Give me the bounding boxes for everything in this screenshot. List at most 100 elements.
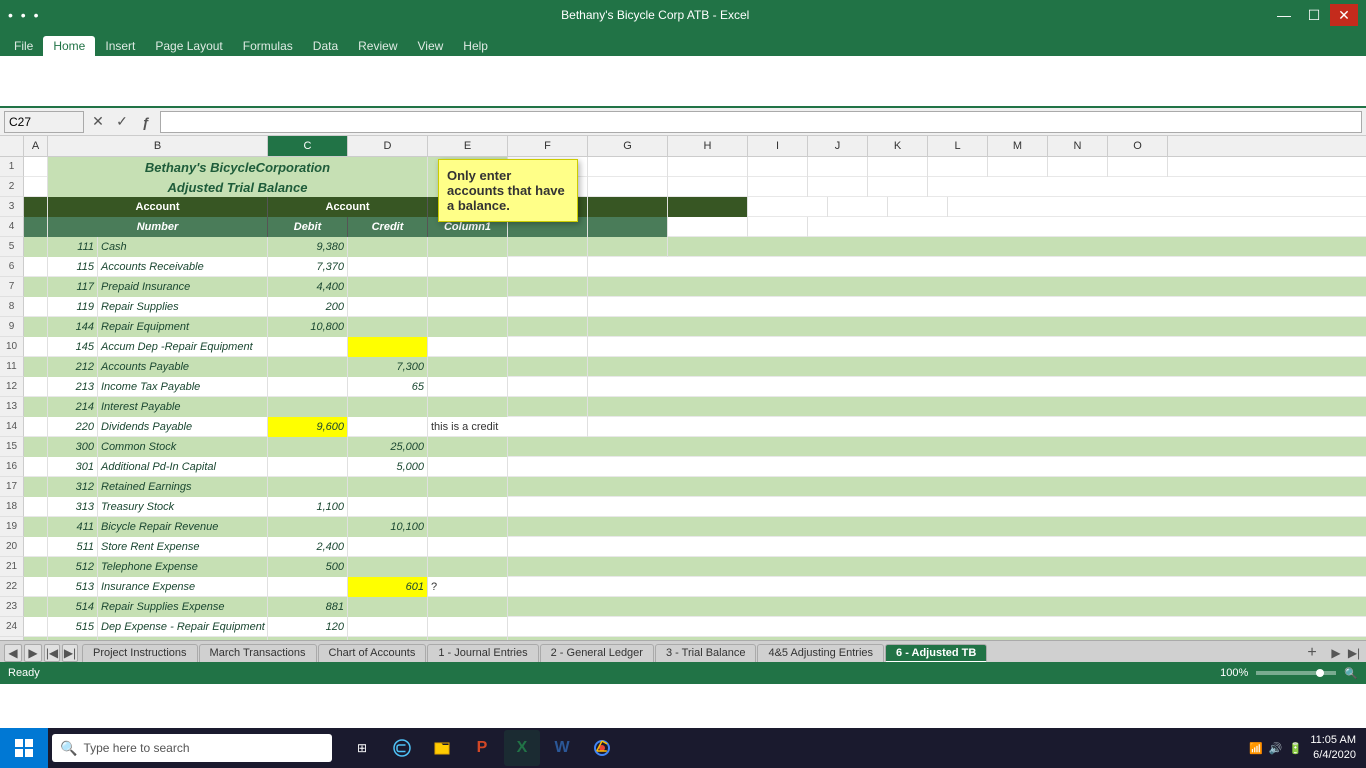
cell-acct-num-21[interactable]: 512 [48, 557, 98, 577]
cell-b1[interactable]: Bethany's BicycleCorporation [48, 157, 428, 177]
cell-debit-23[interactable]: 881 [268, 597, 348, 617]
cell-acct-num-19[interactable]: 411 [48, 517, 98, 537]
cell-a13[interactable] [24, 397, 48, 417]
cell-acct-num-14[interactable]: 220 [48, 417, 98, 437]
cell-a6[interactable] [24, 257, 48, 277]
cell-col-12[interactable] [428, 377, 508, 397]
col-header-l[interactable]: L [928, 136, 988, 156]
cell-a11[interactable] [24, 357, 48, 377]
name-box[interactable]: C27 [4, 111, 84, 133]
cell-acct-num-11[interactable]: 212 [48, 357, 98, 377]
cell-i1[interactable] [748, 157, 808, 177]
cell-h1[interactable] [668, 157, 748, 177]
minimize-button[interactable]: — [1270, 4, 1298, 26]
cell-h2[interactable] [668, 177, 748, 197]
maximize-button[interactable]: ☐ [1300, 4, 1328, 26]
cell-acct-num-5[interactable]: 111 [48, 237, 98, 257]
row-num-10[interactable]: 10 [0, 337, 24, 357]
col-header-g[interactable]: G [588, 136, 668, 156]
cell-b4-number[interactable]: Number [48, 217, 268, 237]
cell-a3[interactable] [24, 197, 48, 217]
cell-debit-15[interactable] [268, 437, 348, 457]
tab-review[interactable]: Review [348, 36, 407, 56]
sheet-tab-adjusting-entries[interactable]: 4&5 Adjusting Entries [757, 644, 884, 662]
cell-col-5[interactable] [428, 237, 508, 257]
cell-g3[interactable] [668, 197, 748, 217]
cell-credit-24[interactable] [348, 617, 428, 637]
cell-credit-22[interactable]: 601 [348, 577, 428, 597]
cell-a24[interactable] [24, 617, 48, 637]
cell-col-15[interactable] [428, 437, 508, 457]
tab-page-layout[interactable]: Page Layout [145, 36, 232, 56]
tab-view[interactable]: View [408, 36, 454, 56]
cell-acct-num-17[interactable]: 312 [48, 477, 98, 497]
cell-col-16[interactable] [428, 457, 508, 477]
cell-col-9[interactable] [428, 317, 508, 337]
excel-icon[interactable]: X [504, 730, 540, 766]
cell-title-15[interactable]: Common Stock [98, 437, 268, 457]
cell-col-22[interactable]: ? [428, 577, 508, 597]
cell-title-20[interactable]: Store Rent Expense [98, 537, 268, 557]
cell-title-9[interactable]: Repair Equipment [98, 317, 268, 337]
cell-acct-num-20[interactable]: 511 [48, 537, 98, 557]
cell-debit-19[interactable] [268, 517, 348, 537]
row-num-9[interactable]: 9 [0, 317, 24, 337]
cell-a10[interactable] [24, 337, 48, 357]
scroll-right-end-btn[interactable]: ▶| [1346, 645, 1362, 661]
cell-col-23[interactable] [428, 597, 508, 617]
cell-a17[interactable] [24, 477, 48, 497]
cell-col-25[interactable] [428, 637, 508, 640]
tab-insert[interactable]: Insert [95, 36, 145, 56]
cell-debit-6[interactable]: 7,370 [268, 257, 348, 277]
cell-a23[interactable] [24, 597, 48, 617]
cell-debit-20[interactable]: 2,400 [268, 537, 348, 557]
close-button[interactable]: ✕ [1330, 4, 1358, 26]
col-header-c[interactable]: C [268, 136, 348, 156]
row-num-16[interactable]: 16 [0, 457, 24, 477]
cell-a5[interactable] [24, 237, 48, 257]
cell-col-6[interactable] [428, 257, 508, 277]
row-num-22[interactable]: 22 [0, 577, 24, 597]
row-num-11[interactable]: 11 [0, 357, 24, 377]
row-num-19[interactable]: 19 [0, 517, 24, 537]
cell-debit-10[interactable] [268, 337, 348, 357]
row-num-20[interactable]: 20 [0, 537, 24, 557]
cell-a25[interactable] [24, 637, 48, 640]
row-num-6[interactable]: 6 [0, 257, 24, 277]
cell-f11[interactable] [508, 357, 588, 377]
sheet-tab-adjusted-tb[interactable]: 6 - Adjusted TB [885, 644, 987, 662]
cell-title-22[interactable]: Insurance Expense [98, 577, 268, 597]
cell-col-17[interactable] [428, 477, 508, 497]
cell-col-11[interactable] [428, 357, 508, 377]
tab-formulas[interactable]: Formulas [233, 36, 303, 56]
cell-title-19[interactable]: Bicycle Repair Revenue [98, 517, 268, 537]
cell-f6[interactable] [508, 257, 588, 277]
start-button[interactable] [0, 728, 48, 768]
cell-b2[interactable]: Adjusted Trial Balance [48, 177, 428, 197]
cell-acct-num-18[interactable]: 313 [48, 497, 98, 517]
cell-f8[interactable] [508, 297, 588, 317]
confirm-formula-icon[interactable]: ✓ [112, 112, 132, 132]
cell-acct-num-13[interactable]: 214 [48, 397, 98, 417]
cell-debit-18[interactable]: 1,100 [268, 497, 348, 517]
row-num-15[interactable]: 15 [0, 437, 24, 457]
sheet-tab-last[interactable]: ▶| [62, 644, 78, 662]
row-num-17[interactable]: 17 [0, 477, 24, 497]
cell-b3-acct-num[interactable]: Account [48, 197, 268, 217]
powerpoint-icon[interactable]: P [464, 730, 500, 766]
cell-col-10[interactable] [428, 337, 508, 357]
sheet-tab-first[interactable]: |◀ [44, 644, 60, 662]
row-num-14[interactable]: 14 [0, 417, 24, 437]
cell-credit-6[interactable] [348, 257, 428, 277]
cell-f5[interactable] [508, 237, 588, 257]
cell-acct-num-16[interactable]: 301 [48, 457, 98, 477]
cell-k2[interactable] [868, 177, 928, 197]
col-header-o[interactable]: O [1108, 136, 1168, 156]
cell-c4-debit[interactable]: Debit [268, 217, 348, 237]
cell-a9[interactable] [24, 317, 48, 337]
cell-credit-16[interactable]: 5,000 [348, 457, 428, 477]
insert-function-icon[interactable]: ƒ [136, 112, 156, 132]
cell-acct-num-10[interactable]: 145 [48, 337, 98, 357]
cell-title-23[interactable]: Repair Supplies Expense [98, 597, 268, 617]
row-num-24[interactable]: 24 [0, 617, 24, 637]
